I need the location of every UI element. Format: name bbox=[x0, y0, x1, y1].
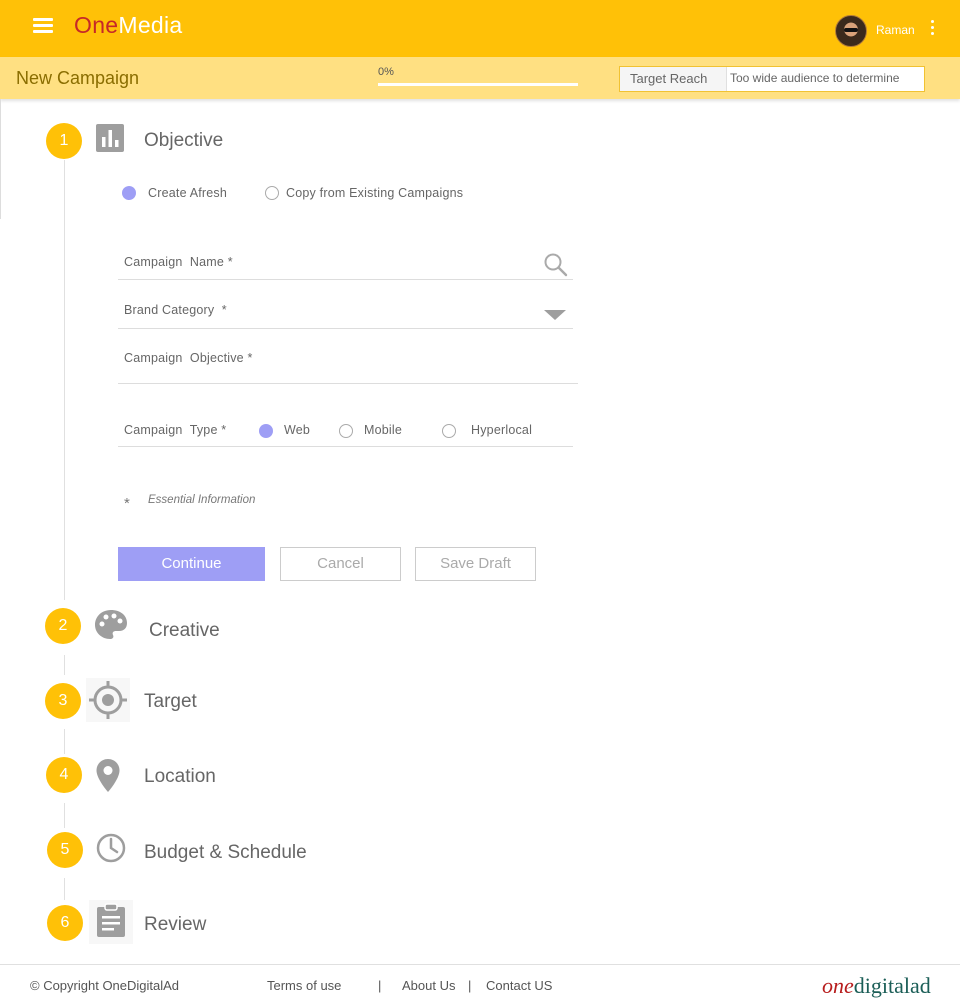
radio-copy-existing[interactable] bbox=[265, 186, 279, 200]
essential-info-note: Essential Information bbox=[148, 494, 256, 506]
target-reach-value: Too wide audience to determine bbox=[730, 71, 900, 85]
step-number-4[interactable]: 4 bbox=[46, 757, 82, 793]
clock-icon bbox=[96, 833, 126, 863]
clipboard-icon bbox=[89, 900, 133, 944]
step-number-3[interactable]: 3 bbox=[45, 683, 81, 719]
step-connector bbox=[64, 878, 65, 900]
top-app-bar: OneMedia Raman bbox=[0, 0, 960, 57]
step-connector bbox=[64, 655, 65, 675]
campaign-type-label: Campaign Type * bbox=[124, 423, 227, 437]
progress-percent: 0% bbox=[378, 66, 394, 78]
crosshair-icon bbox=[86, 678, 130, 722]
terms-link[interactable]: Terms of use bbox=[267, 978, 341, 993]
page-title: New Campaign bbox=[16, 68, 140, 88]
type-hyperlocal-label[interactable]: Hyperlocal bbox=[471, 423, 532, 437]
brand-logo[interactable]: onedigitalad bbox=[822, 973, 931, 999]
radio-type-hyperlocal[interactable] bbox=[442, 424, 456, 438]
create-afresh-label[interactable]: Create Afresh bbox=[148, 186, 227, 200]
step-connector bbox=[64, 160, 65, 600]
type-mobile-label[interactable]: Mobile bbox=[364, 423, 402, 437]
contact-link[interactable]: Contact US bbox=[486, 978, 552, 993]
copyright-text: © Copyright OneDigitalAd bbox=[30, 978, 180, 993]
brand-category-select[interactable]: Brand Category * bbox=[124, 303, 227, 317]
campaign-name-field[interactable]: Campaign Name * bbox=[124, 255, 233, 269]
brand-one: one bbox=[822, 973, 854, 998]
about-link[interactable]: About Us bbox=[402, 978, 455, 993]
essential-star: * bbox=[124, 495, 130, 512]
step-number-2[interactable]: 2 bbox=[45, 608, 81, 644]
step-connector bbox=[64, 803, 65, 828]
step-title-objective[interactable]: Objective bbox=[144, 130, 223, 152]
brand-rest: digitalad bbox=[853, 973, 931, 998]
step-title-creative[interactable]: Creative bbox=[149, 620, 220, 642]
step-number-1[interactable]: 1 bbox=[46, 123, 82, 159]
campaign-name-underline bbox=[118, 279, 573, 280]
app-logo[interactable]: OneMedia bbox=[74, 12, 183, 39]
map-pin-icon bbox=[96, 759, 120, 792]
copy-existing-label[interactable]: Copy from Existing Campaigns bbox=[286, 186, 463, 200]
bar-chart-icon bbox=[96, 124, 124, 152]
step-number-6[interactable]: 6 bbox=[47, 905, 83, 941]
menu-icon[interactable] bbox=[33, 18, 53, 34]
progress-bar bbox=[378, 83, 578, 86]
brand-category-underline bbox=[118, 328, 573, 329]
save-draft-button[interactable]: Save Draft bbox=[415, 547, 536, 581]
radio-type-mobile[interactable] bbox=[339, 424, 353, 438]
chevron-down-icon[interactable] bbox=[543, 309, 567, 321]
cancel-button[interactable]: Cancel bbox=[280, 547, 401, 581]
target-reach-box: Target Reach Too wide audience to determ… bbox=[619, 66, 925, 92]
footer-separator: | bbox=[378, 978, 382, 993]
step-title-target[interactable]: Target bbox=[144, 691, 197, 713]
campaign-objective-field[interactable]: Campaign Objective * bbox=[124, 351, 253, 365]
logo-media: Media bbox=[118, 12, 183, 38]
step-connector bbox=[64, 729, 65, 754]
palette-icon bbox=[95, 610, 127, 639]
type-web-label[interactable]: Web bbox=[284, 423, 310, 437]
more-vert-icon[interactable] bbox=[926, 20, 938, 40]
step-number-5[interactable]: 5 bbox=[47, 832, 83, 868]
logo-one: One bbox=[74, 12, 119, 38]
radio-create-afresh[interactable] bbox=[122, 186, 136, 200]
footer-separator: | bbox=[468, 978, 472, 993]
radio-type-web[interactable] bbox=[259, 424, 273, 438]
step-title-review[interactable]: Review bbox=[144, 914, 206, 936]
campaign-header: New Campaign 0% Target Reach Too wide au… bbox=[0, 57, 960, 99]
campaign-objective-underline bbox=[118, 383, 578, 384]
step-title-location[interactable]: Location bbox=[144, 766, 216, 788]
footer: © Copyright OneDigitalAd Terms of use | … bbox=[0, 964, 960, 1005]
user-name[interactable]: Raman bbox=[876, 23, 915, 37]
avatar[interactable] bbox=[835, 15, 867, 47]
search-icon[interactable] bbox=[543, 252, 569, 278]
left-edge-divider bbox=[0, 99, 1, 219]
target-reach-label: Target Reach bbox=[620, 67, 727, 91]
continue-button[interactable]: Continue bbox=[118, 547, 265, 581]
campaign-type-underline bbox=[118, 446, 573, 447]
step-title-budget-schedule[interactable]: Budget & Schedule bbox=[144, 842, 307, 864]
